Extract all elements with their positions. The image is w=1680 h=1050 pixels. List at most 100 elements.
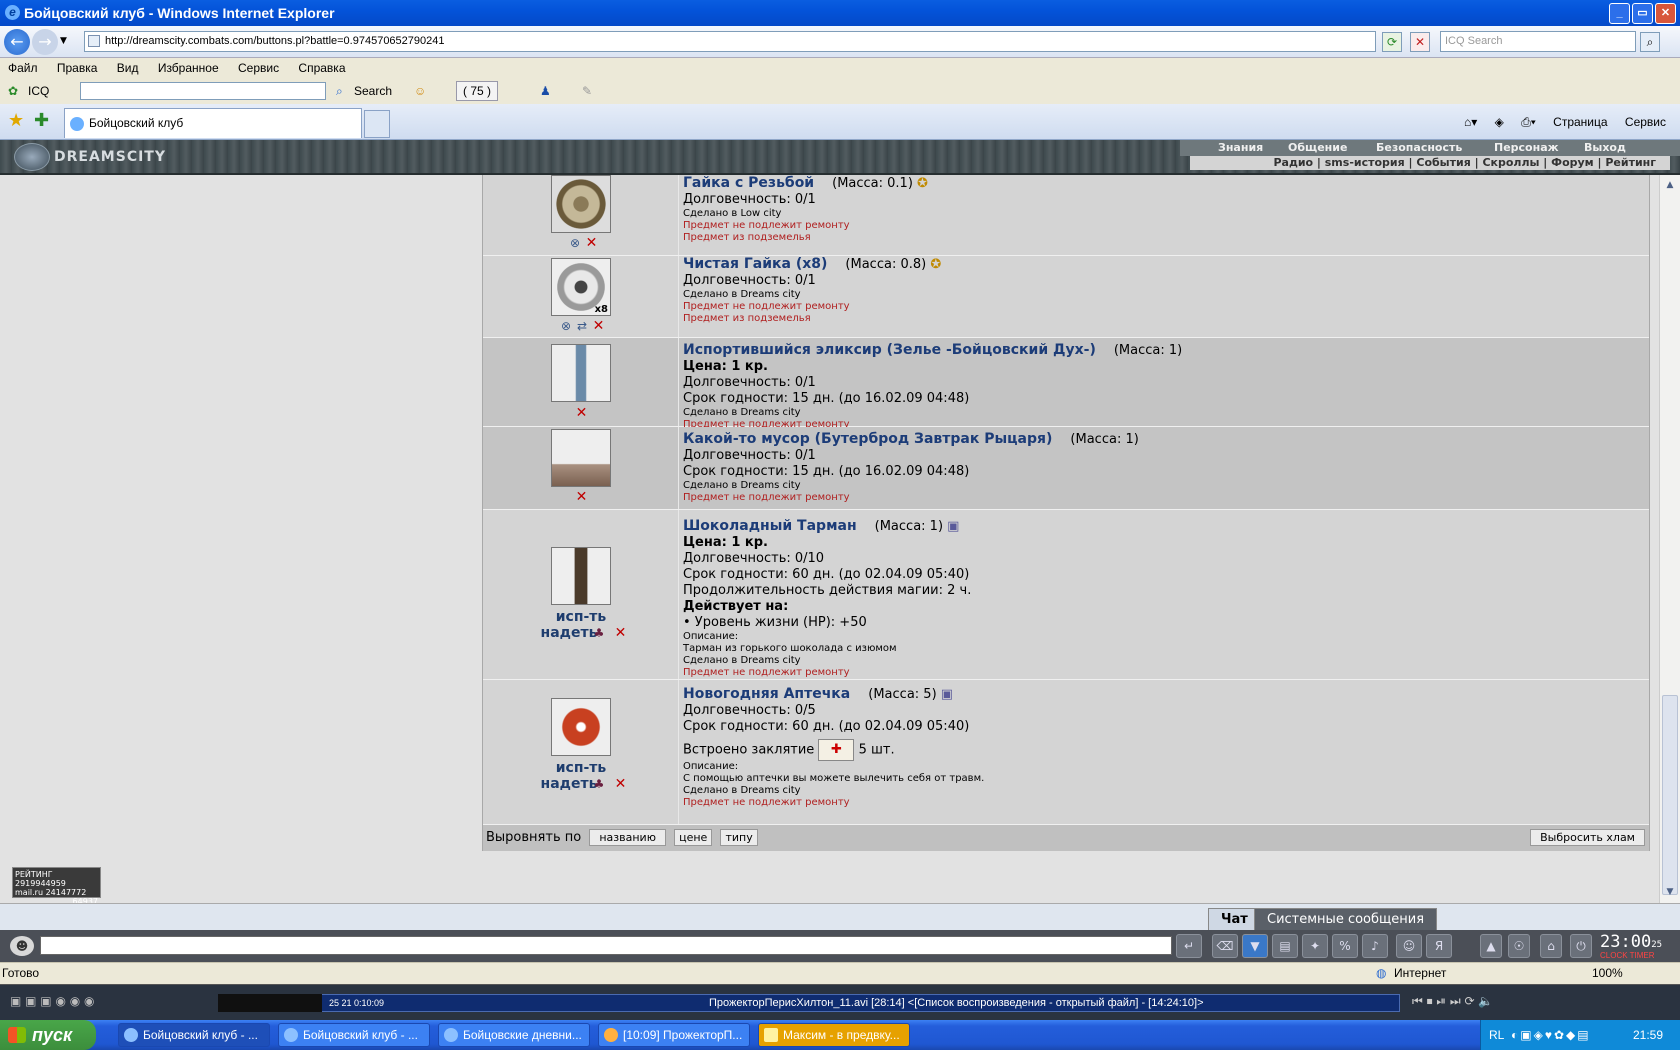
- playback-controls-icon[interactable]: ⏮ ⏹ ⏯ ⏭ ⟳ 🔈: [1412, 994, 1493, 1009]
- percent-icon[interactable]: %: [1332, 934, 1358, 958]
- tray-clock[interactable]: 21:59: [1633, 1020, 1663, 1050]
- icq-input[interactable]: [80, 82, 326, 100]
- taskbar-item[interactable]: Максим - в предвку...: [758, 1023, 910, 1047]
- nav-security[interactable]: Безопасность: [1376, 140, 1462, 156]
- scroll-down-icon[interactable]: ▼: [1662, 884, 1678, 901]
- spy-icon[interactable]: ☉: [1508, 934, 1530, 958]
- cast-icon[interactable]: ♣: [592, 778, 606, 791]
- use-link[interactable]: исп-ть: [483, 609, 679, 625]
- chat-user-icon[interactable]: ☻: [10, 936, 34, 956]
- print-icon[interactable]: ⎙▾: [1521, 115, 1536, 129]
- minimize-button[interactable]: _: [1609, 3, 1630, 24]
- maximize-button[interactable]: ▭: [1632, 3, 1653, 24]
- close-button[interactable]: ✕: [1655, 3, 1676, 24]
- language-indicator[interactable]: RL: [1489, 1020, 1504, 1050]
- wear-link[interactable]: надеть: [471, 625, 667, 641]
- item-name[interactable]: Какой-то мусор (Бутерброд Завтрак Рыцаря…: [683, 431, 1052, 447]
- icq-label[interactable]: ICQ: [28, 78, 49, 104]
- home-icon[interactable]: ⌂▾: [1464, 115, 1477, 129]
- wear-link[interactable]: надеть: [471, 776, 667, 792]
- delete-icon[interactable]: ✕: [575, 406, 588, 420]
- sort-by-type-button[interactable]: типу: [720, 829, 758, 846]
- mail-counter[interactable]: ( 75 ): [456, 81, 499, 101]
- add-favorite-icon[interactable]: ✚: [34, 110, 49, 131]
- item-name[interactable]: Испортившийся эликсир (Зелье -Бойцовский…: [683, 342, 1096, 358]
- tab-fightclub[interactable]: Бойцовский клуб: [64, 108, 362, 138]
- menu-view[interactable]: Вид: [109, 58, 147, 78]
- taskbar-item[interactable]: Бойцовский клуб - ...: [278, 1023, 430, 1047]
- item-name[interactable]: Шоколадный Тарман: [683, 518, 857, 534]
- menu-tools[interactable]: Сервис: [230, 58, 287, 78]
- media-track[interactable]: 25 21 0:10:09 ПрожекторПерисХилтон_11.av…: [218, 994, 1400, 1012]
- forward-button[interactable]: →: [32, 29, 58, 55]
- back-button[interactable]: ←: [4, 29, 30, 55]
- nav-knowledge[interactable]: Знания: [1218, 140, 1263, 156]
- favorites-star-icon[interactable]: ★: [8, 110, 24, 131]
- eraser-icon[interactable]: ✎: [582, 78, 592, 104]
- smiley-icon[interactable]: ☺: [1396, 934, 1422, 958]
- search-icon[interactable]: ⌕: [1640, 32, 1660, 52]
- game-subnav[interactable]: Радио | sms-история | События | Скроллы …: [1190, 156, 1670, 170]
- split-icon[interactable]: ⊗: [559, 320, 573, 333]
- smiley-icon[interactable]: ☺: [414, 78, 426, 104]
- filter-icon[interactable]: ▼: [1242, 934, 1268, 958]
- menu-favorites[interactable]: Избранное: [150, 58, 227, 78]
- translit-icon[interactable]: Я: [1426, 934, 1452, 958]
- delete-icon[interactable]: ✕: [585, 236, 598, 250]
- mailru-rating-counter[interactable]: РЕЙТИНГ 2919944959 mail.ru 24147772 6493…: [12, 867, 101, 906]
- save-icon[interactable]: ▤: [1272, 934, 1298, 958]
- start-button[interactable]: пуск: [0, 1020, 96, 1050]
- sort-by-price-button[interactable]: цене: [674, 829, 713, 846]
- heal-spell-icon[interactable]: ✚: [818, 739, 855, 761]
- taskbar-item[interactable]: Бойцовские дневни...: [438, 1023, 590, 1047]
- clear-icon[interactable]: ⌫: [1212, 934, 1238, 958]
- delete-icon[interactable]: ✕: [592, 319, 605, 333]
- player-controls-icon[interactable]: ▣ ▣ ▣ ◉ ◉ ◉: [10, 994, 95, 1008]
- feeds-icon[interactable]: ◈: [1495, 115, 1504, 129]
- sound-icon[interactable]: ♪: [1362, 934, 1388, 958]
- sort-by-name-button[interactable]: названию: [589, 829, 666, 846]
- menu-edit[interactable]: Правка: [49, 58, 106, 78]
- nav-character[interactable]: Персонаж: [1494, 140, 1559, 156]
- new-tab-button[interactable]: [364, 110, 390, 138]
- scroll-thumb[interactable]: [1662, 695, 1678, 895]
- tray-icons[interactable]: ◐▣◈♥✿◆▤: [1511, 1020, 1591, 1050]
- history-dropdown-icon[interactable]: ▼: [60, 36, 67, 46]
- home-icon[interactable]: ⌂: [1540, 934, 1562, 958]
- delete-icon[interactable]: ✕: [614, 777, 627, 791]
- item-name[interactable]: Чистая Гайка (x8): [683, 256, 827, 272]
- stop-icon[interactable]: ✕: [1410, 32, 1430, 52]
- nav-exit[interactable]: Выход: [1584, 140, 1626, 156]
- use-link[interactable]: исп-ть: [483, 760, 679, 776]
- item-name[interactable]: Новогодняя Аптечка: [683, 686, 850, 702]
- scroll-up-icon[interactable]: ▲: [1662, 177, 1678, 194]
- transfer-icon[interactable]: ⇄: [575, 320, 589, 333]
- delete-icon[interactable]: ✕: [614, 626, 627, 640]
- page-menu[interactable]: Страница: [1553, 115, 1607, 129]
- tab-chat[interactable]: Чат: [1208, 908, 1261, 930]
- item-name[interactable]: Гайка с Резьбой: [683, 175, 814, 191]
- menu-help[interactable]: Справка: [290, 58, 353, 78]
- refresh-icon[interactable]: ⟳: [1382, 32, 1402, 52]
- send-icon[interactable]: ↵: [1176, 934, 1202, 958]
- nav-communication[interactable]: Общение: [1288, 140, 1347, 156]
- delete-icon[interactable]: ✕: [575, 490, 588, 504]
- split-icon[interactable]: ⊗: [568, 237, 582, 250]
- user-icon[interactable]: ♟: [540, 78, 551, 104]
- lock-icon[interactable]: ▲: [1480, 934, 1502, 958]
- tools-menu[interactable]: Сервис: [1625, 115, 1666, 129]
- chat-input[interactable]: [40, 936, 1172, 955]
- icq-search-button[interactable]: Search: [354, 78, 392, 104]
- taskbar-item[interactable]: [10:09] ПрожекторП...: [598, 1023, 750, 1047]
- discard-junk-button[interactable]: Выбросить хлам: [1530, 829, 1645, 846]
- menu-file[interactable]: Файл: [0, 58, 46, 78]
- zoom-level[interactable]: 100%: [1592, 963, 1623, 984]
- exit-icon[interactable]: ⏻: [1570, 934, 1592, 958]
- tab-system-messages[interactable]: Системные сообщения: [1254, 908, 1438, 930]
- url-field[interactable]: http://dreamscity.combats.com/buttons.pl…: [84, 31, 1376, 52]
- page-scrollbar[interactable]: ▲ ▼: [1659, 175, 1680, 903]
- fight-icon[interactable]: ✦: [1302, 934, 1328, 958]
- cast-icon[interactable]: ♣: [592, 627, 606, 640]
- search-input[interactable]: ICQ Search: [1440, 31, 1636, 52]
- taskbar-item[interactable]: Бойцовский клуб - ...: [118, 1023, 270, 1047]
